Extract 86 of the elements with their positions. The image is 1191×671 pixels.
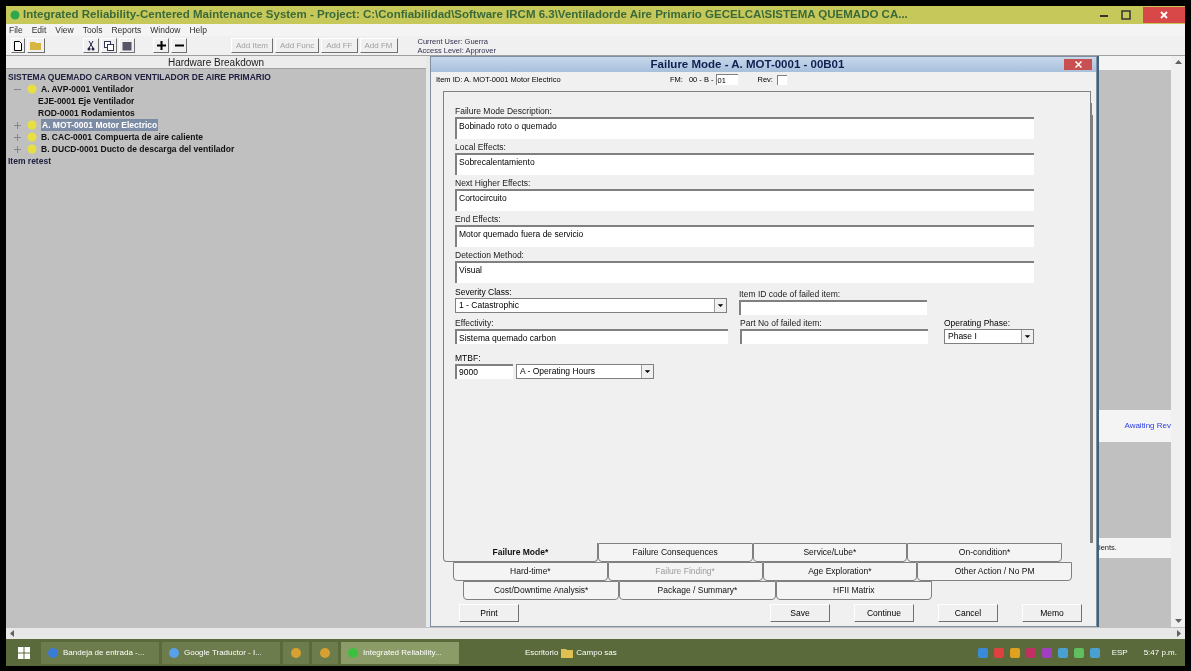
- operating-phase-dropdown[interactable]: Phase I: [944, 329, 1034, 344]
- scroll-right-icon[interactable]: [1177, 630, 1181, 637]
- text-area[interactable]: Bobinado roto o quemado: [455, 117, 1034, 139]
- menu-item[interactable]: Edit: [31, 23, 47, 37]
- field-label: Failure Mode Description:: [455, 105, 553, 117]
- close-icon[interactable]: [1074, 61, 1082, 68]
- tree-item[interactable]: A. AVP-0001 Ventilador: [41, 82, 134, 96]
- dialog-button[interactable]: Save: [770, 604, 830, 622]
- field-label: Next Higher Effects:: [455, 177, 532, 189]
- app-icon[interactable]: [290, 646, 302, 659]
- tab[interactable]: Failure Consequences: [597, 543, 753, 562]
- taskbar-button[interactable]: Bandeja de entrada -...: [41, 641, 159, 664]
- vertical-scrollbar[interactable]: [1171, 56, 1185, 627]
- tray-icon[interactable]: [1089, 647, 1100, 658]
- field-label: Local Effects:: [455, 141, 507, 153]
- dialog-button[interactable]: Continue: [854, 604, 914, 622]
- close-button[interactable]: [1064, 59, 1092, 70]
- start-icon[interactable]: [18, 646, 30, 659]
- scroll-left-icon[interactable]: [10, 630, 14, 637]
- tree-item[interactable]: EJE-0001 Eje Ventilador: [38, 94, 135, 108]
- dialog-button[interactable]: Cancel: [938, 604, 998, 622]
- menu-item[interactable]: View: [55, 23, 74, 37]
- field-label: Operating Phase:: [944, 317, 1012, 329]
- scissors-icon[interactable]: [87, 40, 95, 51]
- tab[interactable]: Cost/Downtime Analysis*: [463, 581, 620, 600]
- close-icon[interactable]: [1160, 11, 1168, 19]
- input-field[interactable]: [739, 300, 927, 315]
- dialog-button[interactable]: Memo: [1022, 604, 1082, 622]
- input-field[interactable]: [740, 329, 928, 344]
- cut-button[interactable]: [83, 38, 99, 53]
- menu-item[interactable]: Reports: [111, 23, 142, 37]
- severity-dropdown[interactable]: 1 - Catastrophic: [455, 298, 727, 313]
- mtbf-unit-dropdown[interactable]: A - Operating Hours: [516, 364, 654, 379]
- taskbar-button[interactable]: [312, 641, 338, 664]
- text-area[interactable]: Cortocircuito: [455, 189, 1034, 211]
- input-field[interactable]: Sistema quemado carbon: [455, 329, 728, 344]
- panel-title: Hardware Breakdown: [167, 55, 265, 70]
- scroll-down-icon[interactable]: [1174, 619, 1182, 623]
- app-icon: [10, 10, 20, 20]
- field-label: Detection Method:: [455, 249, 525, 261]
- text-area[interactable]: Motor quemado fuera de servicio: [455, 225, 1034, 247]
- tray-icon[interactable]: [1073, 647, 1084, 658]
- close-button[interactable]: [1143, 7, 1185, 23]
- tab[interactable]: Other Action / No PM: [917, 562, 1072, 581]
- status-text: Awaiting Rev: [1124, 420, 1171, 432]
- tree-item[interactable]: ROD-0001 Rodamientos: [38, 106, 135, 120]
- tree-item[interactable]: B. DUCD-0001 Ducto de descarga del ventilador: [41, 142, 235, 156]
- toolbar-label: Escritorio: [525, 646, 559, 659]
- field-label: Effectivity:: [455, 317, 495, 329]
- taskbar-button[interactable]: [283, 641, 309, 664]
- tab[interactable]: Hard-time*: [453, 562, 608, 581]
- field-label: MTBF:: [455, 352, 482, 364]
- taskbar-button[interactable]: Google Traductor - I...: [162, 641, 280, 664]
- print-button[interactable]: Print: [459, 604, 519, 622]
- scroll-up-icon[interactable]: [1174, 60, 1182, 64]
- tray-icon[interactable]: [1057, 647, 1068, 658]
- tab[interactable]: Failure Mode*: [443, 543, 598, 562]
- window-title: Integrated Reliability-Centered Maintenance System - Project: C:\Confiabilidad\Software IRCM 6.3\Ventiladorde Aire Primario GECELCA\SISTEMA QUEMADO CA...: [23, 7, 909, 23]
- language-indicator[interactable]: ESP: [1111, 646, 1128, 659]
- dialog-title: Failure Mode - A. MOT-0001 - 00B01: [649, 56, 846, 72]
- tree-item[interactable]: SISTEMA QUEMADO CARBON VENTILADOR DE AIRE PRIMARIO: [8, 70, 271, 84]
- tab[interactable]: Age Exploration*: [762, 562, 918, 581]
- clock[interactable]: 5:47 p.m.: [1143, 646, 1177, 659]
- restore-icon[interactable]: [1121, 10, 1131, 20]
- tray-icon[interactable]: [1009, 647, 1020, 658]
- menu-item[interactable]: Window: [150, 23, 181, 37]
- tree-item[interactable]: B. CAC-0001 Compuerta de aire caliente: [41, 130, 204, 144]
- tab[interactable]: On-condition*: [907, 543, 1062, 562]
- app-icon[interactable]: [319, 646, 331, 659]
- menu-item[interactable]: File: [9, 23, 23, 37]
- tree-item[interactable]: Item retest: [8, 154, 51, 168]
- tab[interactable]: HFII Matrix: [775, 581, 932, 600]
- text-area[interactable]: Visual: [455, 261, 1034, 283]
- field-label: Severity Class:: [455, 286, 513, 298]
- field-label: Item ID code of failed item:: [739, 288, 842, 300]
- field-label: End Effects:: [455, 213, 502, 225]
- menu-item[interactable]: Help: [189, 23, 207, 37]
- field-label: Part No of failed item:: [740, 317, 823, 329]
- mtbf-field[interactable]: 9000: [455, 364, 513, 379]
- rev-checkbox[interactable]: [776, 74, 787, 85]
- tab[interactable]: Service/Lube*: [752, 543, 908, 562]
- menu-item[interactable]: Tools: [82, 23, 103, 37]
- folder-label[interactable]: Campo sas: [576, 646, 617, 659]
- text-area[interactable]: Sobrecalentamiento: [455, 153, 1034, 175]
- horizontal-scrollbar[interactable]: [6, 627, 1185, 639]
- tab[interactable]: Package / Summary*: [619, 581, 776, 600]
